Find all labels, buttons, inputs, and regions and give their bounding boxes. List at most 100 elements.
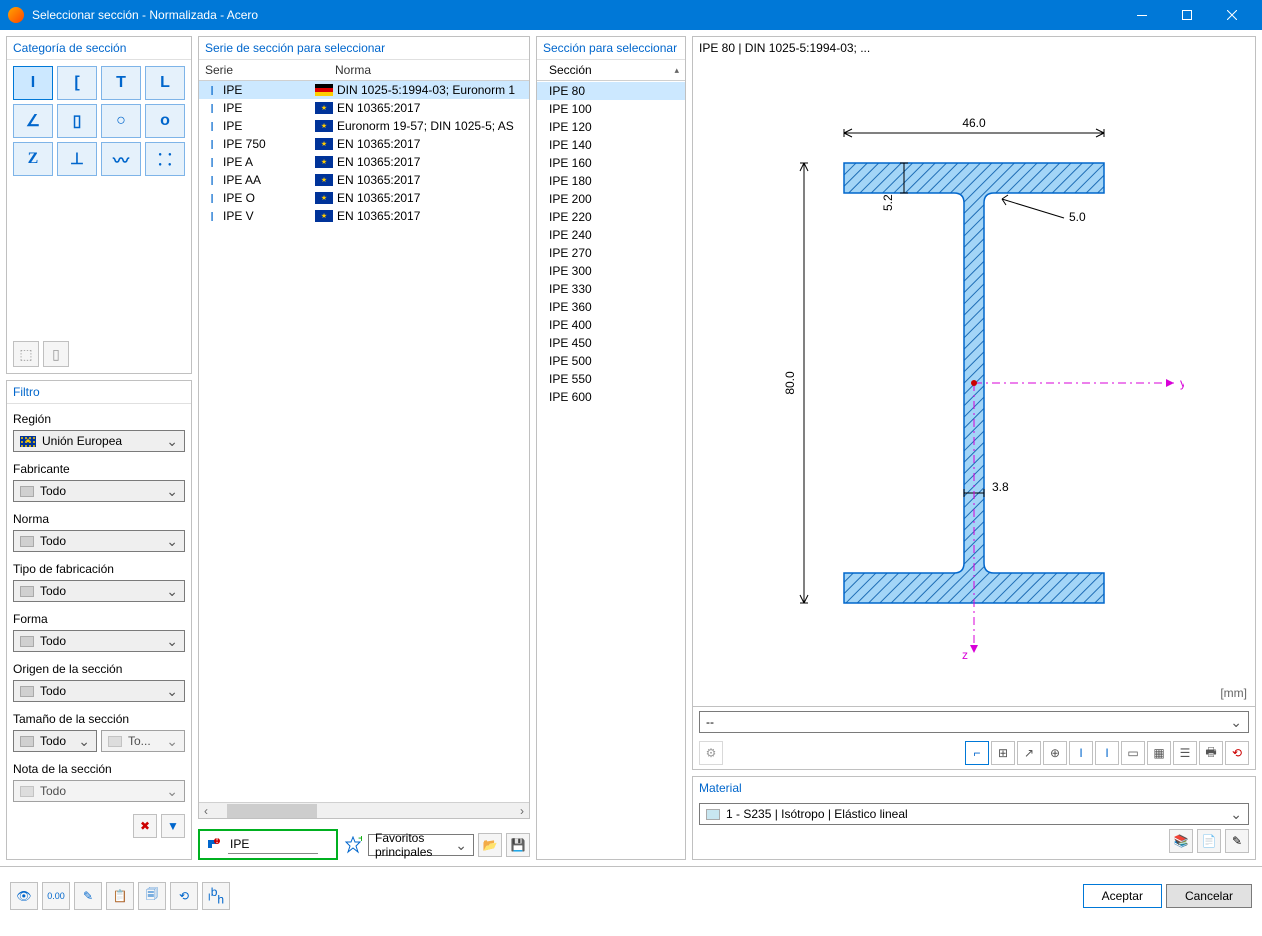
edit-button[interactable]: ✎ (74, 882, 102, 910)
series-row[interactable]: IIPEEuronorm 19-57; DIN 1025-5; AS (199, 117, 529, 135)
series-row[interactable]: IIPE 750EN 10365:2017 (199, 135, 529, 153)
section-i2-button[interactable]: I (1095, 741, 1119, 765)
section-row[interactable]: IPE 450 (537, 334, 685, 352)
close-button[interactable] (1209, 0, 1254, 30)
reset-button[interactable]: ⟲ (1225, 741, 1249, 765)
material-edit-button[interactable]: ✎ (1225, 829, 1249, 853)
info-button[interactable]: 👁 (10, 882, 38, 910)
dims-button[interactable]: ⊞ (991, 741, 1015, 765)
print-button[interactable]: 🖶 (1199, 741, 1223, 765)
add-favorite-button[interactable]: + (342, 834, 364, 856)
region-select[interactable]: Unión Europea (13, 430, 185, 452)
shape-angle-button[interactable]: ∠ (13, 104, 53, 138)
shape-wave-button[interactable]: 〰 (101, 142, 141, 176)
i-beam-icon: I (23, 73, 43, 93)
size-to-select[interactable]: To... (101, 730, 185, 752)
origin-select[interactable]: Todo (13, 680, 185, 702)
section-row[interactable]: IPE 240 (537, 226, 685, 244)
section-row[interactable]: IPE 220 (537, 208, 685, 226)
clear-filter-button[interactable]: ✖ (133, 814, 157, 838)
shape-rect-button[interactable]: ▯ (57, 104, 97, 138)
region-value: Unión Europea (42, 434, 122, 448)
series-name: IPE (223, 101, 242, 115)
material-new-button[interactable]: 📄 (1197, 829, 1221, 853)
open-favorite-button[interactable]: 📂 (478, 833, 502, 857)
section-row[interactable]: IPE 360 (537, 298, 685, 316)
shape-i-button[interactable]: I (13, 66, 53, 100)
section-row[interactable]: IPE 200 (537, 190, 685, 208)
minimize-button[interactable] (1119, 0, 1164, 30)
norm-col-header[interactable]: Norma (335, 63, 523, 77)
material-select[interactable]: 1 - S235 | Isótropo | Elástico lineal (699, 803, 1249, 825)
section-row[interactable]: IPE 270 (537, 244, 685, 262)
shape-c-button[interactable]: [ (57, 66, 97, 100)
section-i-button[interactable]: I (1069, 741, 1093, 765)
norm-label: Norma (13, 512, 185, 526)
grid-icon: ▦ (1153, 746, 1164, 760)
swatch-icon (20, 736, 34, 747)
section-row[interactable]: IPE 300 (537, 262, 685, 280)
wireframe-button[interactable]: ▭ (1121, 741, 1145, 765)
series-row[interactable]: IIPE AAEN 10365:2017 (199, 171, 529, 189)
cancel-button[interactable]: Cancelar (1166, 884, 1252, 908)
section-row[interactable]: IPE 400 (537, 316, 685, 334)
list-button[interactable]: ☰ (1173, 741, 1197, 765)
section-row[interactable]: IPE 500 (537, 352, 685, 370)
expand-button[interactable]: ⬚ (13, 341, 39, 367)
shape-l-button[interactable]: L (145, 66, 185, 100)
maximize-button[interactable] (1164, 0, 1209, 30)
shape-circle-button[interactable]: ○ (101, 104, 141, 138)
series-row[interactable]: IIPEEN 10365:2017 (199, 99, 529, 117)
grid-button[interactable]: ▦ (1147, 741, 1171, 765)
section-row[interactable]: IPE 120 (537, 118, 685, 136)
copy-button[interactable]: 🗐 (138, 882, 166, 910)
section-row[interactable]: IPE 550 (537, 370, 685, 388)
horizontal-scrollbar[interactable]: ‹ › (199, 802, 529, 818)
series-row[interactable]: IIPE OEN 10365:2017 (199, 189, 529, 207)
series-row[interactable]: IIPEDIN 1025-5:1994-03; Euronorm 1 (199, 81, 529, 99)
preview-panel: IPE 80 | DIN 1025-5:1994-03; ... (692, 36, 1256, 770)
manufacturer-select[interactable]: Todo (13, 480, 185, 502)
shape-z-button[interactable]: Z (13, 142, 53, 176)
section-row[interactable]: IPE 100 (537, 100, 685, 118)
search-input[interactable] (228, 835, 318, 854)
rotate-button[interactable]: ⟲ (170, 882, 198, 910)
save-favorite-button[interactable]: 💾 (506, 833, 530, 857)
scroll-thumb[interactable] (227, 804, 317, 818)
material-library-button[interactable]: 📚 (1169, 829, 1193, 853)
section-row[interactable]: IPE 140 (537, 136, 685, 154)
collapse-button[interactable]: ▯ (43, 341, 69, 367)
stress-button[interactable]: ⊕ (1043, 741, 1067, 765)
norm-select[interactable]: Todo (13, 530, 185, 552)
shape-select[interactable]: Todo (13, 630, 185, 652)
units-button[interactable]: 0.00 (42, 882, 70, 910)
axes-button[interactable]: ⌐ (965, 741, 989, 765)
shape-oval-button[interactable]: o (145, 104, 185, 138)
shape-hat-button[interactable]: ⊥ (57, 142, 97, 176)
series-col-header[interactable]: Serie (205, 63, 335, 77)
dimensions-button[interactable]: Ibh (202, 882, 230, 910)
apply-filter-button[interactable]: ▼ (161, 814, 185, 838)
accept-button[interactable]: Aceptar (1083, 884, 1162, 908)
values-button[interactable]: ⚙ (699, 741, 723, 765)
section-row[interactable]: IPE 160 (537, 154, 685, 172)
size-from-select[interactable]: Todo (13, 730, 97, 752)
note-select[interactable]: Todo (13, 780, 185, 802)
series-name: IPE AA (223, 173, 261, 187)
section-row[interactable]: IPE 180 (537, 172, 685, 190)
section-col-header[interactable]: Sección ▴ (537, 60, 685, 81)
section-row[interactable]: IPE 80 (537, 82, 685, 100)
fabrication-select[interactable]: Todo (13, 580, 185, 602)
search-icon[interactable]: ! (204, 836, 222, 854)
corrugated-icon: 〰 (111, 149, 131, 169)
clipboard-button[interactable]: 📋 (106, 882, 134, 910)
section-row[interactable]: IPE 600 (537, 388, 685, 406)
preview-dropdown[interactable]: -- (699, 711, 1249, 733)
principal-button[interactable]: ↗ (1017, 741, 1041, 765)
shape-point-button[interactable]: ⸬ (145, 142, 185, 176)
series-row[interactable]: IIPE AEN 10365:2017 (199, 153, 529, 171)
section-row[interactable]: IPE 330 (537, 280, 685, 298)
favorites-select[interactable]: Favoritos principales (368, 834, 474, 856)
shape-t-button[interactable]: T (101, 66, 141, 100)
series-row[interactable]: IIPE VEN 10365:2017 (199, 207, 529, 225)
